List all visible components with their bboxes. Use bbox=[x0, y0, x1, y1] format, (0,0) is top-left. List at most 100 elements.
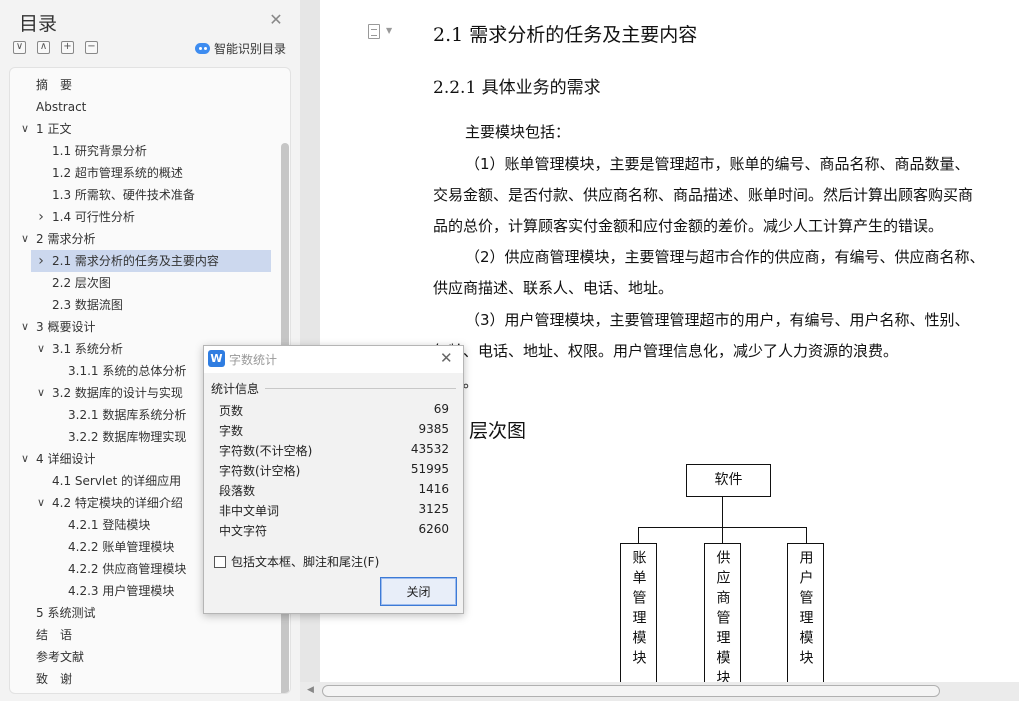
chevron-right-icon[interactable] bbox=[35, 250, 47, 273]
wps-writer-icon: W bbox=[208, 350, 225, 367]
toc-item[interactable]: 1.3 所需软、硬件技术准备 bbox=[10, 184, 280, 206]
toc-item[interactable]: 1.2 超市管理系统的概述 bbox=[10, 162, 280, 184]
stat-value: 6260 bbox=[418, 522, 449, 536]
stat-row: 页数 69 bbox=[219, 402, 449, 420]
scrollbar-thumb[interactable] bbox=[322, 685, 940, 697]
chevron-down-icon[interactable] bbox=[19, 316, 31, 338]
chevron-down-icon[interactable] bbox=[35, 338, 47, 360]
checkbox-label: 包括文本框、脚注和尾注(F) bbox=[231, 555, 380, 569]
doc-paragraph-line: （1）账单管理模块，主要是管理超市，账单的编号、商品名称、商品数量、 bbox=[465, 155, 970, 173]
chevron-down-icon[interactable] bbox=[35, 382, 47, 404]
stat-value: 43532 bbox=[410, 442, 449, 456]
close-button[interactable]: 关闭 bbox=[380, 577, 457, 606]
toc-item-label: 致 谢 bbox=[36, 672, 73, 686]
heading-2-1: 2.1 需求分析的任务及主要内容 bbox=[433, 24, 698, 46]
dialog-titlebar[interactable]: W 字数统计 ✕ bbox=[204, 346, 463, 373]
toc-item[interactable]: 1.1 研究背景分析 bbox=[10, 140, 280, 162]
doc-paragraph-line: 品的总价，计算顾客实付金额和应付金额的差价。减少人工计算产生的错误。 bbox=[433, 217, 944, 235]
toc-item[interactable]: 摘 要 bbox=[10, 74, 280, 96]
close-icon[interactable]: ✕ bbox=[440, 349, 453, 367]
doc-paragraph-line: （2）供应商管理模块，主要管理与超市合作的供应商，有编号、供应商名称、 bbox=[465, 248, 985, 266]
toc-item-label: 1.2 超市管理系统的概述 bbox=[52, 166, 183, 180]
robot-icon bbox=[195, 43, 210, 54]
toc-item[interactable]: Abstract bbox=[10, 96, 280, 118]
toc-item[interactable]: 结 语 bbox=[10, 624, 280, 646]
toc-item-label: 4.2.1 登陆模块 bbox=[68, 518, 151, 532]
toc-item-label: 3.1.1 系统的总体分析 bbox=[68, 364, 187, 378]
doc-paragraph-line: （3）用户管理模块，主要管理管理超市的用户，有编号、用户名称、性别、 bbox=[465, 311, 970, 329]
diagram-connector bbox=[722, 527, 723, 543]
doc-paragraph-line: 交易金额、是否付款、供应商名称、商品描述、账单时间。然后计算出顾客购买商 bbox=[433, 186, 974, 204]
stat-label: 字符数(计空格) bbox=[219, 464, 301, 478]
toc-item-label: 2 需求分析 bbox=[36, 232, 96, 246]
doc-paragraph-line: 供应商描述、联系人、电话、地址。 bbox=[433, 279, 674, 297]
scroll-left-icon[interactable]: ◀ bbox=[307, 685, 314, 695]
stat-row: 字符数(计空格) 51995 bbox=[219, 462, 449, 480]
stat-row: 中文字符 6260 bbox=[219, 522, 449, 540]
stat-label: 页数 bbox=[219, 404, 244, 418]
diagram-root-box: 软件 bbox=[686, 464, 771, 497]
toc-item[interactable]: 参考文献 bbox=[10, 646, 280, 668]
toc-item[interactable]: 致 谢 bbox=[10, 668, 280, 690]
doc-paragraph-line: 年龄、电话、地址、权限。用户管理信息化，减少了人力资源的浪费。 bbox=[433, 342, 899, 360]
toc-item-label: 4.2.2 账单管理模块 bbox=[68, 540, 175, 554]
toc-item-label: 3.2.2 数据库物理实现 bbox=[68, 430, 187, 444]
chevron-right-icon[interactable] bbox=[35, 206, 47, 229]
horizontal-scrollbar[interactable]: ◀ bbox=[300, 682, 1019, 701]
toc-item[interactable]: 2.3 数据流图 bbox=[10, 294, 280, 316]
stat-value: 3125 bbox=[418, 502, 449, 516]
toc-item-label: 3 概要设计 bbox=[36, 320, 96, 334]
doc-paragraph-line: 主要模块包括： bbox=[465, 123, 571, 141]
toc-item-label: 2.1 需求分析的任务及主要内容 bbox=[52, 254, 219, 268]
toc-item[interactable]: 3 概要设计 bbox=[10, 316, 280, 338]
page-icon[interactable] bbox=[368, 24, 380, 39]
toc-item-label: Abstract bbox=[36, 100, 87, 114]
close-icon[interactable]: ✕ bbox=[267, 11, 285, 29]
toc-item-label: 1.1 研究背景分析 bbox=[52, 144, 147, 158]
expand-up-icon[interactable]: ∧ bbox=[37, 41, 50, 54]
toc-item[interactable]: 2 需求分析 bbox=[10, 228, 280, 250]
checkbox-box[interactable] bbox=[214, 555, 226, 568]
stat-value: 69 bbox=[433, 402, 449, 416]
include-textbox-checkbox[interactable]: 包括文本框、脚注和尾注(F) bbox=[214, 553, 379, 570]
chevron-down-icon[interactable] bbox=[35, 492, 47, 514]
toc-item[interactable]: 2.2 层次图 bbox=[10, 272, 280, 294]
stat-row: 字数 9385 bbox=[219, 422, 449, 440]
chevron-down-icon[interactable] bbox=[19, 448, 31, 470]
smart-toc-label: 智能识别目录 bbox=[214, 42, 287, 56]
diagram-child-box: 供应商管理模块 bbox=[704, 543, 741, 682]
toc-item[interactable]: 1 正文 bbox=[10, 118, 280, 140]
stat-label: 字符数(不计空格) bbox=[219, 444, 313, 458]
toc-item[interactable]: 2.1 需求分析的任务及主要内容 bbox=[31, 250, 271, 272]
toc-item-label: 4.2.2 供应商管理模块 bbox=[68, 562, 187, 576]
toc-item-label: 3.2 数据库的设计与实现 bbox=[52, 386, 183, 400]
toc-item-label: 3.1 系统分析 bbox=[52, 342, 123, 356]
diagram-connector bbox=[806, 527, 807, 543]
app-window: 目录 ✕ ∨ ∧ + − 智能识别目录 摘 要 Abstract 1 正文 1.1 研… bbox=[0, 0, 1019, 701]
toc-item-label: 参考文献 bbox=[36, 650, 85, 664]
diagram-child-box: 用户管理模块 bbox=[787, 543, 824, 682]
divider bbox=[265, 388, 456, 389]
toc-item-label: 4.2 特定模块的详细介绍 bbox=[52, 496, 183, 510]
toc-item-label: 摘 要 bbox=[36, 78, 73, 92]
toc-title: 目录 bbox=[19, 13, 58, 35]
stat-row: 非中文单词 3125 bbox=[219, 502, 449, 520]
smart-toc-button[interactable]: 智能识别目录 bbox=[195, 40, 286, 57]
diagram-child-label: 用户管理模块 bbox=[797, 550, 814, 670]
chevron-down-icon[interactable]: ▼ bbox=[386, 26, 392, 35]
stat-value: 1416 bbox=[418, 482, 449, 496]
toc-item-label: 1 正文 bbox=[36, 122, 72, 136]
chevron-down-icon[interactable] bbox=[19, 228, 31, 250]
stat-label: 字数 bbox=[219, 424, 244, 438]
chevron-down-icon[interactable] bbox=[19, 118, 31, 140]
collapse-all-icon[interactable]: ∨ bbox=[13, 41, 26, 54]
add-icon[interactable]: + bbox=[61, 41, 74, 54]
toc-item[interactable]: 1.4 可行性分析 bbox=[10, 206, 280, 228]
diagram-child-label: 账单管理模块 bbox=[630, 550, 647, 670]
toc-item-label: 5 系统测试 bbox=[36, 606, 96, 620]
remove-icon[interactable]: − bbox=[85, 41, 98, 54]
stat-value: 51995 bbox=[410, 462, 449, 476]
stats-section-header: 统计信息 bbox=[211, 380, 456, 397]
toc-item-label: 4.1 Servlet 的详细应用 bbox=[52, 474, 182, 488]
section-label: 统计信息 bbox=[211, 382, 260, 396]
